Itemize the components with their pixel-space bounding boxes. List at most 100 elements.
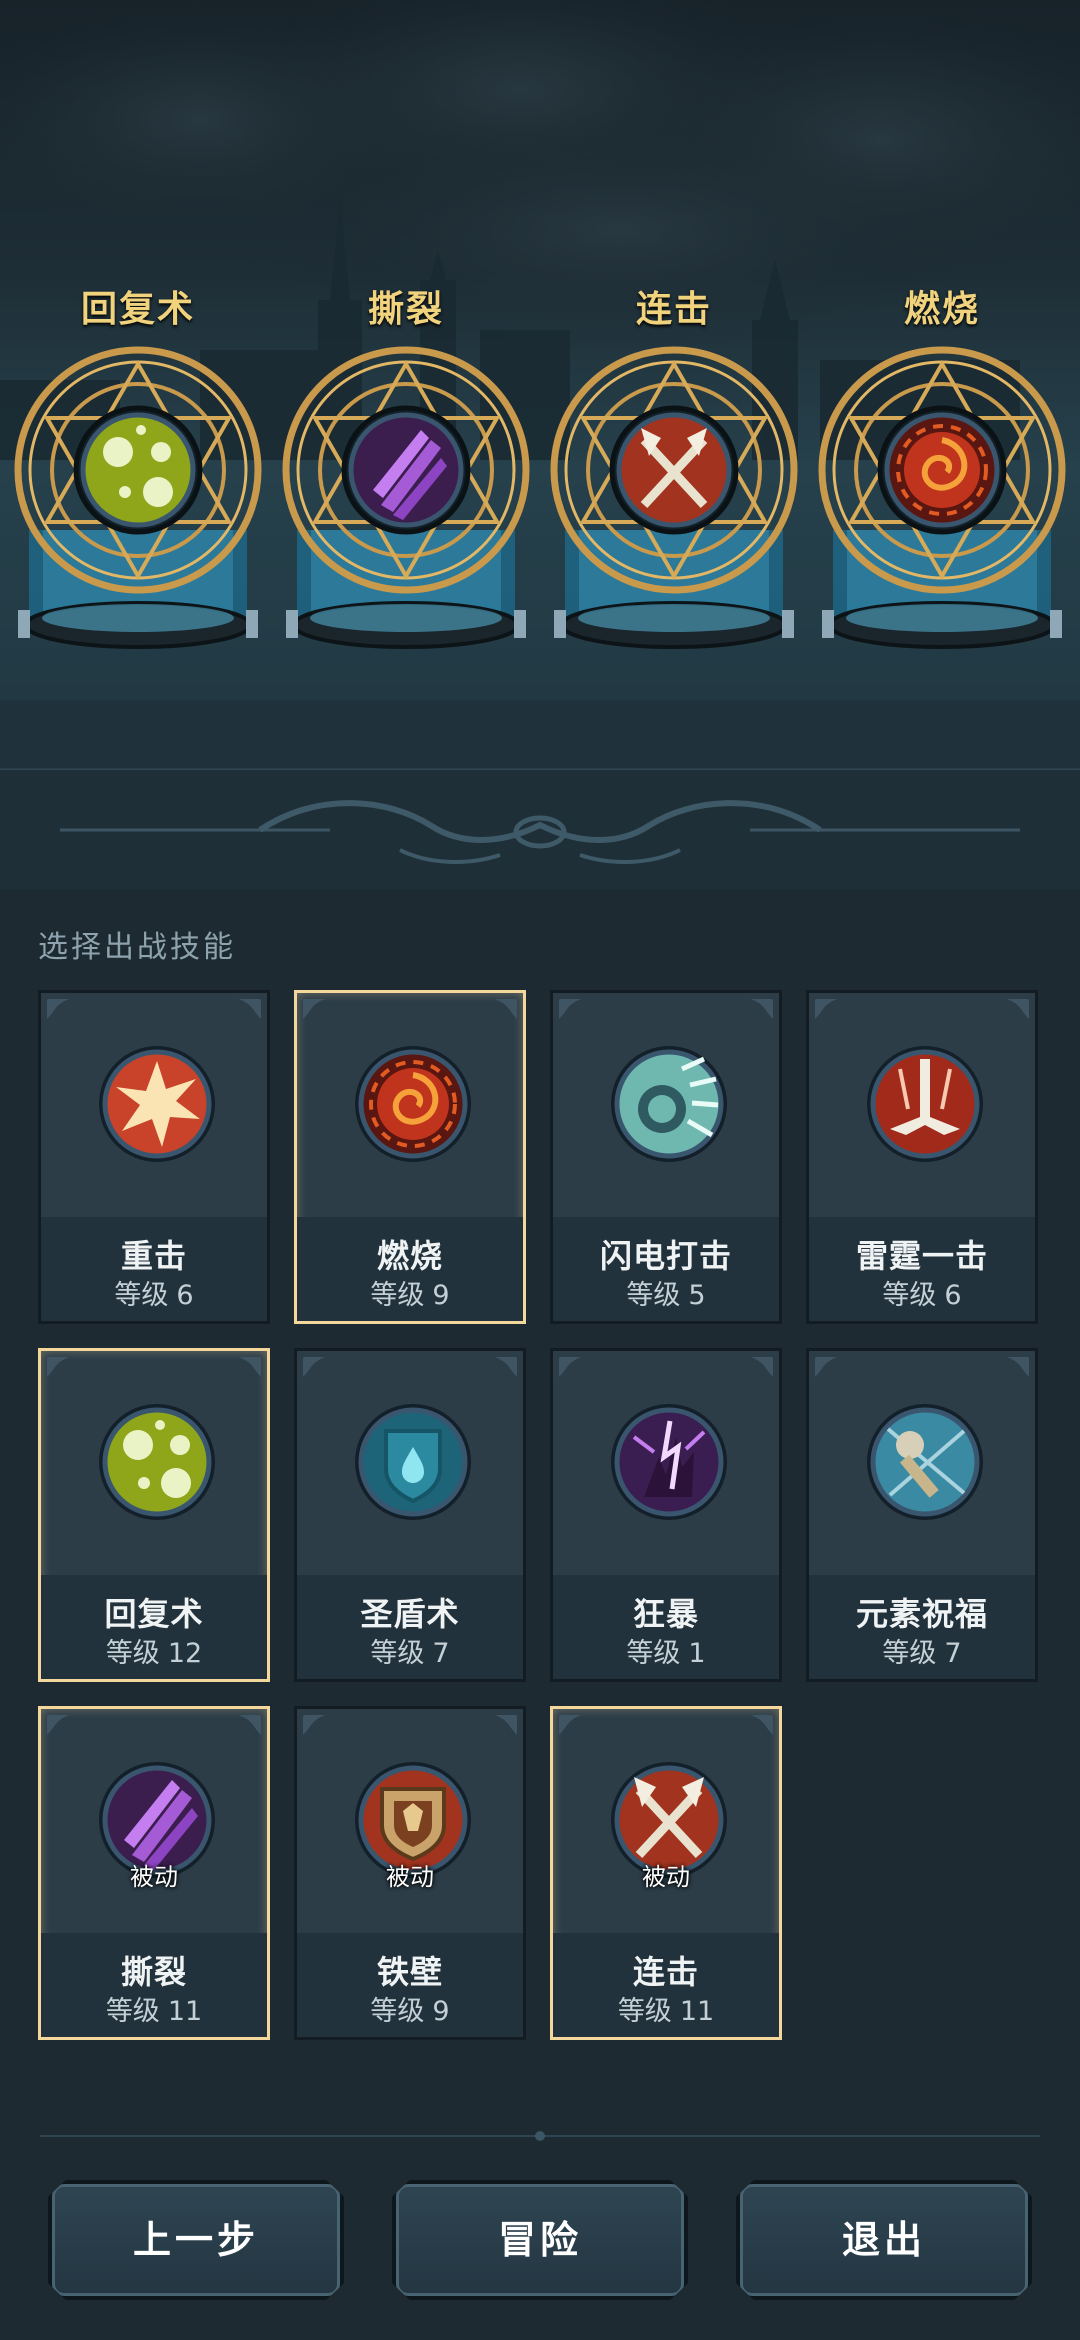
magic-circle — [818, 346, 1066, 649]
skill-level: 等级 12 — [41, 1631, 267, 1670]
level-prefix: 等级 — [626, 1280, 681, 1311]
skill-name: 重击 — [120, 1237, 187, 1275]
skill-card[interactable]: 回复术 等级 12 — [38, 1348, 270, 1682]
skill-level: 等级 11 — [41, 1989, 267, 2028]
level-prefix: 等级 — [617, 1996, 672, 2027]
equipped-slot-4[interactable]: 燃烧 — [817, 280, 1067, 740]
skill-card[interactable]: 被动撕裂 等级 11 — [38, 1706, 270, 2040]
skill-name: 狂暴 — [632, 1595, 699, 1633]
holy-shield-icon — [348, 1397, 478, 1527]
skill-name: 雷霆一击 — [855, 1237, 988, 1275]
level-value: 12 — [167, 1638, 203, 1669]
skill-card[interactable]: 狂暴 等级 1 — [550, 1348, 782, 1682]
skill-name: 撕裂 — [120, 1953, 187, 1991]
green-orb-icon — [80, 412, 196, 528]
skill-level: 等级 9 — [297, 1989, 523, 2028]
equipped-slot-1[interactable]: 回复术 — [13, 280, 263, 740]
level-prefix: 等级 — [626, 1638, 681, 1669]
skill-card[interactable]: 燃烧 等级 9 — [294, 990, 526, 1324]
skill-level: 等级 7 — [809, 1631, 1035, 1670]
lightning-orb-icon — [604, 1039, 734, 1169]
section-title: 选择出战技能 — [38, 930, 236, 965]
skill-name: 元素祝福 — [855, 1595, 988, 1633]
corner-ornament — [745, 1355, 775, 1379]
skill-name: 闪电打击 — [599, 1237, 732, 1275]
skill-card[interactable]: 被动连击等级 11 — [550, 1706, 782, 2040]
level-value: 11 — [167, 1996, 203, 2027]
skill-card[interactable]: 圣盾术 等级 7 — [294, 1348, 526, 1682]
green-orb-icon — [92, 1397, 222, 1527]
level-prefix: 等级 — [114, 1280, 169, 1311]
level-prefix: 等级 — [882, 1280, 937, 1311]
adventure-button[interactable]: 冒险 — [392, 2180, 688, 2300]
equipped-slot-2[interactable]: 撕裂 — [281, 280, 531, 740]
skill-card[interactable]: 元素祝福 等级 7 — [806, 1348, 1038, 1682]
level-prefix: 等级 — [370, 1638, 425, 1669]
corner-ornament — [233, 997, 263, 1021]
exit-button[interactable]: 退出 — [736, 2180, 1032, 2300]
corner-ornament — [557, 1713, 587, 1737]
passive-badge: 被动 — [642, 1863, 690, 1891]
passive-badge: 被动 — [130, 1863, 178, 1891]
level-prefix: 等级 — [370, 1280, 425, 1311]
corner-ornament — [45, 1713, 75, 1737]
level-prefix: 等级 — [105, 1638, 160, 1669]
skill-name: 圣盾术 — [360, 1595, 460, 1633]
corner-ornament — [745, 997, 775, 1021]
level-value: 11 — [679, 1996, 715, 2027]
corner-ornament — [301, 1713, 331, 1737]
level-value: 1 — [688, 1638, 706, 1669]
corner-ornament — [45, 1355, 75, 1379]
fire-swirl-icon — [884, 412, 1000, 528]
burst-icon — [92, 1039, 222, 1169]
skill-level: 等级 7 — [297, 1631, 523, 1670]
level-value: 5 — [688, 1280, 706, 1311]
corner-ornament — [813, 997, 843, 1021]
skill-card[interactable]: 重击 等级 6 — [38, 990, 270, 1324]
skill-card[interactable]: 被动铁壁 等级 9 — [294, 1706, 526, 2040]
corner-ornament — [745, 1713, 775, 1737]
prev-step-button[interactable]: 上一步 — [48, 2180, 344, 2300]
ornament-divider — [0, 770, 1080, 890]
magic-circle — [14, 346, 262, 649]
corner-ornament — [301, 997, 331, 1021]
skill-name: 回复术 — [104, 1595, 204, 1633]
corner-ornament — [45, 997, 75, 1021]
hammer-blessing-icon — [860, 1397, 990, 1527]
skill-level: 等级 6 — [809, 1273, 1035, 1312]
level-value: 6 — [944, 1280, 962, 1311]
skill-card[interactable]: 雷霆一击 等级 6 — [806, 990, 1038, 1324]
corner-ornament — [1001, 997, 1031, 1021]
skill-level: 等级 5 — [553, 1273, 779, 1312]
corner-ornament — [301, 1355, 331, 1379]
corner-ornament — [557, 1355, 587, 1379]
thunder-sword-icon — [860, 1039, 990, 1169]
corner-ornament — [1001, 1355, 1031, 1379]
level-value: 7 — [944, 1638, 962, 1669]
equipped-skills-scene: 回复术 撕裂 连击 燃烧 — [0, 0, 1080, 780]
skill-level: 等级 9 — [297, 1273, 523, 1312]
rage-icon — [604, 1397, 734, 1527]
skill-card[interactable]: 闪电打击 等级 5 — [550, 990, 782, 1324]
level-value: 7 — [432, 1638, 450, 1669]
skill-level: 等级 6 — [41, 1273, 267, 1312]
skill-name: 燃烧 — [376, 1237, 443, 1275]
corner-ornament — [233, 1355, 263, 1379]
passive-badge: 被动 — [386, 1863, 434, 1891]
skill-name: 铁壁 — [376, 1953, 443, 1991]
level-value: 9 — [432, 1280, 450, 1311]
corner-ornament — [233, 1713, 263, 1737]
level-value: 6 — [176, 1280, 194, 1311]
corner-ornament — [489, 1355, 519, 1379]
skill-level: 等级 1 — [553, 1631, 779, 1670]
corner-ornament — [489, 1713, 519, 1737]
corner-ornament — [813, 1355, 843, 1379]
corner-ornament — [557, 997, 587, 1021]
fire-swirl-icon — [348, 1039, 478, 1169]
equipped-slot-3[interactable]: 连击 — [549, 280, 799, 740]
skill-name: 连击 — [632, 1953, 699, 1991]
level-prefix: 等级 — [882, 1638, 937, 1669]
crossed-axes-icon — [616, 412, 732, 528]
magic-circle — [550, 346, 798, 649]
magic-circle — [282, 346, 530, 649]
